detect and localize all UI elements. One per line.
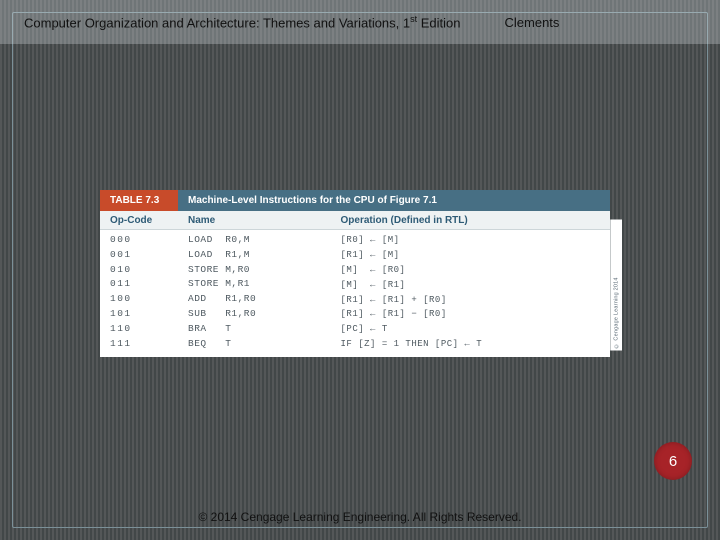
table-row: 011 STORE M,R1 [M] ← [R1] (100, 277, 610, 292)
cell-name: SUB R1,R0 (178, 307, 331, 322)
cell-rtl: [R1] ← [M] (331, 248, 610, 263)
cell-opcode: 101 (100, 307, 178, 322)
copyright-footer: © 2014 Cengage Learning Engineering. All… (0, 510, 720, 524)
cell-rtl: [M] ← [R1] (331, 277, 610, 292)
table-row: 010 STORE M,R0 [M] ← [R0] (100, 263, 610, 278)
cell-opcode: 001 (100, 248, 178, 263)
cell-name: ADD R1,R0 (178, 292, 331, 307)
table-figure: © Cengage Learning 2014 TABLE 7.3 Machin… (100, 190, 610, 357)
cell-rtl: IF [Z] = 1 THEN [PC] ← T (331, 337, 610, 357)
cell-rtl: [M] ← [R0] (331, 263, 610, 278)
cell-opcode: 010 (100, 263, 178, 278)
page-number-badge: 6 (654, 442, 692, 480)
table-number: TABLE 7.3 (100, 190, 178, 211)
cell-name: BEQ T (178, 337, 331, 357)
table-row: 110 BRA T [PC] ← T (100, 322, 610, 337)
book-title: Computer Organization and Architecture: … (24, 14, 461, 30)
table-row: 111 BEQ T IF [Z] = 1 THEN [PC] ← T (100, 337, 610, 357)
table-caption: Machine-Level Instructions for the CPU o… (178, 190, 610, 211)
cell-name: LOAD R0,M (178, 230, 331, 248)
cell-name: BRA T (178, 322, 331, 337)
table-header-row: Op-Code Name Operation (Defined in RTL) (100, 211, 610, 230)
cell-opcode: 110 (100, 322, 178, 337)
cell-rtl: [R1] ← [R1] + [R0] (331, 292, 610, 307)
book-author: Clements (505, 15, 560, 30)
cell-rtl: [R1] ← [R1] − [R0] (331, 307, 610, 322)
instruction-table: TABLE 7.3 Machine-Level Instructions for… (100, 190, 610, 357)
table-title-row: TABLE 7.3 Machine-Level Instructions for… (100, 190, 610, 211)
title-prefix: Computer Organization and Architecture: … (24, 15, 410, 30)
cell-name: STORE M,R1 (178, 277, 331, 292)
col-name: Name (178, 211, 331, 230)
table-row: 101 SUB R1,R0 [R1] ← [R1] − [R0] (100, 307, 610, 322)
table-row: 000 LOAD R0,M [R0] ← [M] (100, 230, 610, 248)
cell-opcode: 100 (100, 292, 178, 307)
cell-opcode: 111 (100, 337, 178, 357)
cell-opcode: 000 (100, 230, 178, 248)
table-row: 001 LOAD R1,M [R1] ← [M] (100, 248, 610, 263)
page-number: 6 (669, 453, 677, 470)
cell-name: STORE M,R0 (178, 263, 331, 278)
cell-name: LOAD R1,M (178, 248, 331, 263)
table-row: 100 ADD R1,R0 [R1] ← [R1] + [R0] (100, 292, 610, 307)
col-operation: Operation (Defined in RTL) (331, 211, 610, 230)
copyright-side-label: © Cengage Learning 2014 (610, 220, 622, 351)
col-opcode: Op-Code (100, 211, 178, 230)
title-suffix: Edition (417, 15, 460, 30)
slide: Computer Organization and Architecture: … (0, 0, 720, 540)
cell-rtl: [R0] ← [M] (331, 230, 610, 248)
cell-rtl: [PC] ← T (331, 322, 610, 337)
cell-opcode: 011 (100, 277, 178, 292)
slide-header: Computer Organization and Architecture: … (0, 0, 720, 44)
